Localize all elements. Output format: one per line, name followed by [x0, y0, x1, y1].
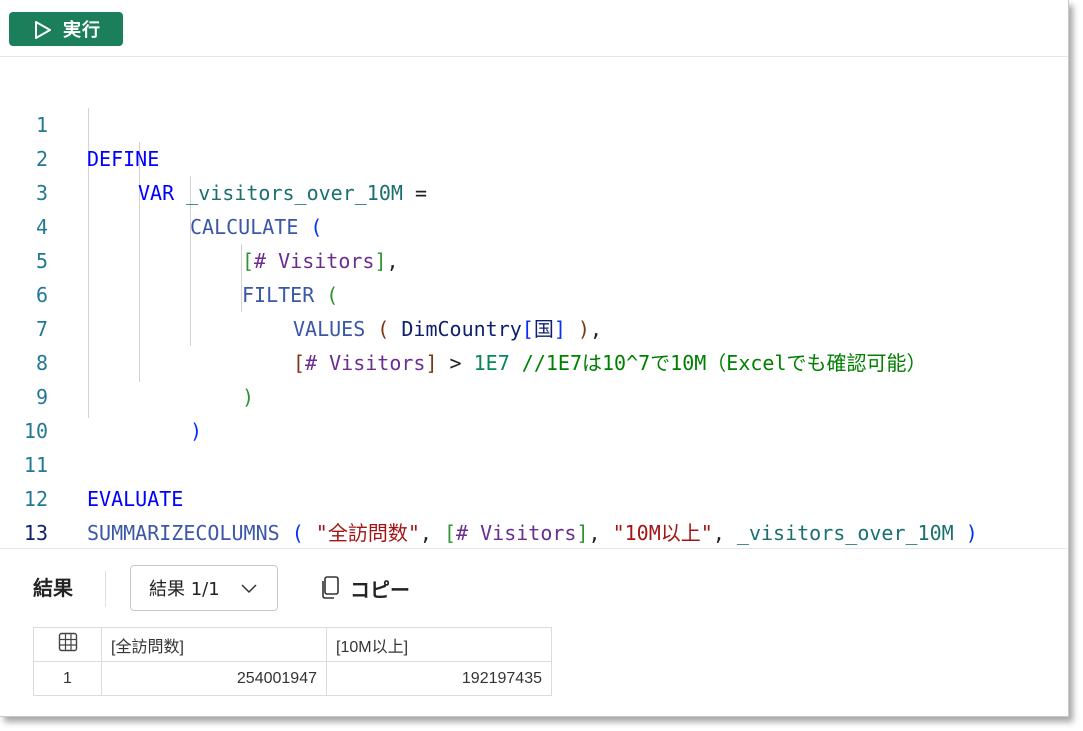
bracket: ]: [576, 521, 589, 545]
column-header[interactable]: [全訪問数]: [101, 627, 327, 662]
string-literal: "10M以上": [612, 521, 713, 545]
code-line: 9 ): [0, 346, 1068, 443]
dax-query-window: 実行 1 DEFINE 2 VAR _visitors_over_10M = 3…: [0, 0, 1069, 717]
row-index: 1: [33, 661, 102, 696]
result-set-dropdown[interactable]: 結果 1/1: [130, 565, 278, 611]
code-line: 7 [# Visitors] > 1E7 //1E7は10^7で10M（Exce…: [0, 278, 1068, 375]
results-header: 結果 結果 1/1 コピー: [0, 548, 1068, 629]
copy-icon: [322, 576, 339, 599]
run-button[interactable]: 実行: [9, 12, 123, 46]
code-line: 1 DEFINE: [0, 74, 1068, 171]
table-icon-cell: [33, 627, 102, 662]
copy-button[interactable]: コピー: [320, 573, 410, 603]
code-line: 12 SUMMARIZECOLUMNS ( "全訪問数", [# Visitor…: [0, 448, 1068, 545]
function-name: SUMMARIZECOLUMNS: [87, 521, 280, 545]
comma: ,: [588, 521, 613, 545]
table-cell[interactable]: 192197435: [326, 661, 552, 696]
divider: [105, 571, 106, 607]
code-line: 8 ): [0, 312, 1068, 409]
copy-label: コピー: [350, 577, 410, 602]
table-row: 1 254001947 192197435: [33, 661, 552, 696]
comma: ,: [419, 521, 444, 545]
code-line: 10: [0, 380, 1068, 443]
run-button-label: 実行: [63, 20, 101, 41]
code-line: 6 VALUES ( DimCountry[国] ),: [0, 244, 1068, 341]
comma: ,: [712, 521, 737, 545]
bracket: [: [443, 521, 457, 545]
code-line: 5 FILTER (: [0, 210, 1068, 307]
measure-name: # Visitors: [456, 521, 577, 545]
table-header-row: [全訪問数] [10M以上]: [33, 627, 552, 662]
chevron-down-icon: [241, 584, 257, 594]
code-editor[interactable]: 1 DEFINE 2 VAR _visitors_over_10M = 3 CA…: [0, 74, 1068, 545]
code-line: 13: [0, 482, 1068, 545]
code-line: 3 CALCULATE (: [0, 142, 1068, 239]
code-line: 2 VAR _visitors_over_10M =: [0, 108, 1068, 205]
code-line: 4 [# Visitors],: [0, 176, 1068, 273]
string-literal: "全訪問数": [315, 521, 420, 545]
code-line: 11 EVALUATE: [0, 414, 1068, 511]
bracket: (: [279, 521, 304, 545]
results-title: 結果: [33, 576, 73, 600]
variable-name: _visitors_over_10M: [736, 521, 954, 545]
line-number: 13: [23, 521, 48, 545]
result-set-label: 結果 1/1: [149, 579, 220, 600]
toolbar: 実行: [0, 0, 1068, 57]
play-icon: [35, 21, 51, 39]
column-header[interactable]: [10M以上]: [326, 627, 552, 662]
table-grid-icon: [58, 632, 77, 652]
bracket: ): [953, 521, 978, 545]
table-cell[interactable]: 254001947: [101, 661, 327, 696]
results-table: [全訪問数] [10M以上] 1 254001947 192197435: [33, 627, 552, 696]
